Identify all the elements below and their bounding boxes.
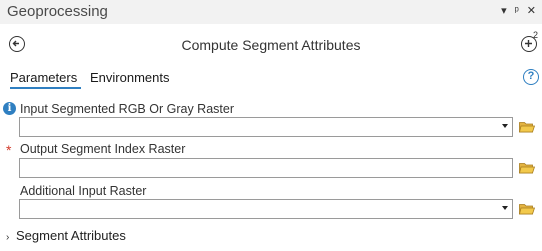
tab-parameters[interactable]: Parameters <box>10 70 77 85</box>
add-badge: 2 <box>533 30 539 40</box>
tool-title: Compute Segment Attributes <box>181 37 361 53</box>
tool-nav-bar: Compute Segment Attributes 2 <box>0 30 542 60</box>
input-raster-dropdown[interactable] <box>19 117 513 137</box>
pane-controls: ▾ ᵖ ✕ <box>501 4 536 18</box>
folder-icon[interactable] <box>519 162 535 174</box>
folder-icon[interactable] <box>519 203 535 215</box>
output-raster-field[interactable] <box>19 158 513 178</box>
required-icon: * <box>6 142 12 158</box>
dropdown-icon[interactable]: ▾ <box>501 4 507 18</box>
additional-raster-dropdown[interactable] <box>19 199 513 219</box>
field-label-input-raster: Input Segmented RGB Or Gray Raster <box>20 102 234 116</box>
field-label-additional-raster: Additional Input Raster <box>20 184 147 198</box>
chevron-right-icon[interactable]: › <box>6 232 16 243</box>
close-icon[interactable]: ✕ <box>527 4 536 18</box>
chevron-down-icon[interactable] <box>502 124 508 128</box>
section-segment-attributes[interactable]: › Segment Attributes <box>6 228 126 243</box>
section-label: Segment Attributes <box>16 228 126 243</box>
help-icon[interactable]: ? <box>523 69 539 85</box>
field-label-output-raster: Output Segment Index Raster <box>20 142 186 156</box>
pane-title: Geoprocessing <box>7 3 108 20</box>
chevron-down-icon[interactable] <box>502 206 508 210</box>
active-tab-indicator <box>10 87 81 89</box>
info-icon[interactable]: i <box>3 102 16 115</box>
tab-environments[interactable]: Environments <box>90 70 169 85</box>
folder-icon[interactable] <box>519 121 535 133</box>
pane-titlebar: Geoprocessing ▾ ᵖ ✕ <box>0 0 542 24</box>
pin-icon[interactable]: ᵖ <box>515 4 519 18</box>
